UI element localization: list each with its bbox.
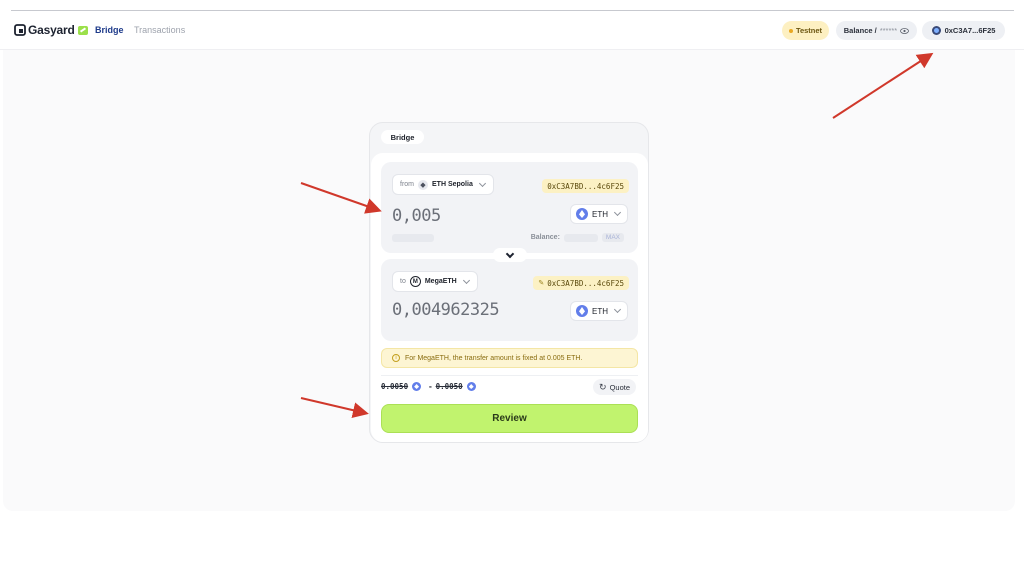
bridge-card: Bridge from ◆ ETH Sepolia 0xC3A7BD...4c6… (369, 122, 649, 443)
quote-from-value: 0.0050 (381, 382, 409, 391)
chevron-down-icon (505, 249, 515, 258)
tab-bridge[interactable]: Bridge (381, 130, 424, 144)
from-address: 0xC3A7BD...4c6F25 (547, 181, 624, 191)
to-amount-output: 0,004962325 (392, 300, 500, 320)
refresh-icon: ↻ (599, 381, 607, 392)
eth-icon (576, 208, 588, 220)
to-address-badge[interactable]: ✎ 0xC3A7BD...4c6F25 (533, 276, 629, 290)
eth-sepolia-icon: ◆ (418, 179, 428, 190)
balance-value-placeholder (563, 233, 598, 242)
quote-button[interactable]: ↻ Quote (593, 379, 636, 395)
to-address: 0xC3A7BD...4c6F25 (547, 278, 624, 288)
from-address-badge[interactable]: 0xC3A7BD...4c6F25 (542, 179, 629, 193)
eth-icon (412, 382, 422, 391)
from-token-select[interactable]: ETH (570, 204, 628, 224)
logo-text: Gasyard (28, 23, 75, 37)
wallet-button[interactable]: 0xC3A7...6F25 (922, 21, 1005, 40)
info-icon: i (392, 354, 400, 362)
from-panel: from ◆ ETH Sepolia 0xC3A7BD...4c6F25 0,0… (381, 162, 638, 253)
quote-label: Quote (609, 382, 630, 392)
testnet-badge: Testnet (782, 21, 829, 40)
balance-button[interactable]: Balance / ****** (836, 21, 917, 40)
to-token-label: ETH (592, 306, 608, 316)
chevron-down-icon (613, 305, 622, 314)
to-panel: to M MegaETH ✎ 0xC3A7BD...4c6F25 0,00496… (381, 259, 638, 341)
eye-icon[interactable] (900, 27, 910, 34)
review-button[interactable]: Review (381, 404, 638, 433)
nav-transactions[interactable]: Transactions (134, 25, 185, 35)
eth-icon (466, 382, 476, 391)
quote-row: 0.0050 - 0.0050 ↻ Quote (381, 375, 638, 397)
megaeth-notice: i For MegaETH, the transfer amount is fi… (381, 348, 638, 368)
usd-value-placeholder (392, 234, 434, 242)
balance-label: Balance / (843, 26, 877, 35)
quote-to-value: 0.0050 (435, 382, 463, 391)
from-prefix: from (400, 181, 414, 188)
to-token-select[interactable]: ETH (570, 301, 628, 321)
logo-badge-icon (77, 25, 88, 35)
from-network-select[interactable]: from ◆ ETH Sepolia (392, 174, 494, 195)
pencil-icon: ✎ (538, 279, 545, 287)
swap-direction-button[interactable] (493, 248, 527, 262)
from-network-name: ETH Sepolia (432, 181, 473, 188)
quote-separator: - (428, 382, 433, 391)
gasyard-logo-icon (14, 24, 26, 36)
balance-masked: ****** (879, 26, 898, 35)
app-logo[interactable]: Gasyard (14, 23, 88, 37)
eth-icon (576, 305, 588, 317)
chevron-down-icon (613, 208, 622, 217)
max-button[interactable]: MAX (601, 233, 624, 242)
wallet-globe-icon (931, 26, 941, 35)
bridge-form: from ◆ ETH Sepolia 0xC3A7BD...4c6F25 0,0… (371, 153, 648, 442)
from-token-label: ETH (592, 209, 608, 219)
to-network-select[interactable]: to M MegaETH (392, 271, 478, 292)
to-prefix: to (400, 278, 406, 285)
chevron-down-icon (462, 276, 470, 284)
chevron-down-icon (478, 179, 486, 187)
top-header: Gasyard Bridge Transactions Testnet Bala… (0, 11, 1024, 50)
from-amount-input[interactable]: 0,005 (392, 206, 441, 226)
to-network-name: MegaETH (424, 278, 457, 285)
notice-text: For MegaETH, the transfer amount is fixe… (405, 354, 583, 362)
wallet-address: 0xC3A7...6F25 (944, 26, 996, 35)
testnet-dot-icon (788, 28, 793, 33)
nav-bridge[interactable]: Bridge (95, 25, 124, 35)
megaeth-icon: M (409, 276, 421, 287)
testnet-label: Testnet (795, 26, 823, 35)
balance-label: Balance: (530, 234, 560, 241)
from-balance-row: Balance: MAX (531, 233, 624, 242)
